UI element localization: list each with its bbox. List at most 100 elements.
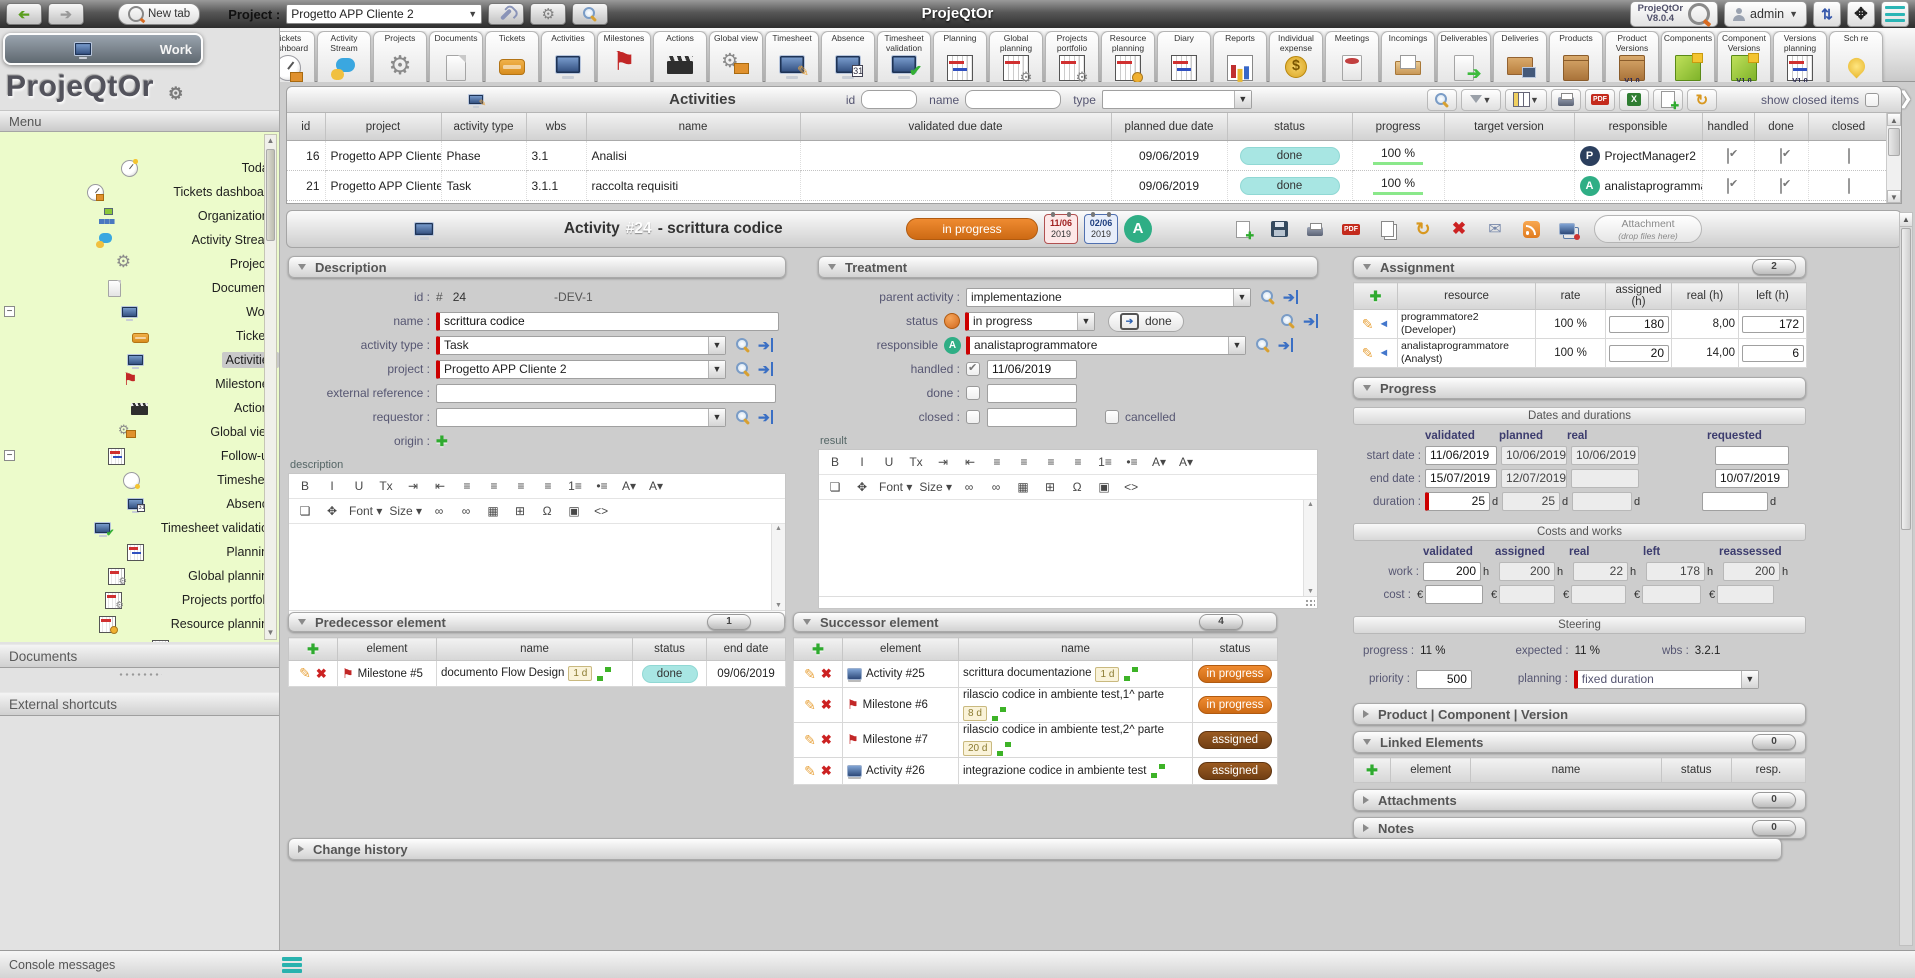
- edit-icon[interactable]: ✎: [299, 665, 311, 682]
- column-selector-button[interactable]: ▼: [1505, 89, 1547, 111]
- delete-icon[interactable]: ✖: [821, 732, 832, 748]
- sidebar-menu-item[interactable]: Work: [0, 300, 279, 324]
- toolbar-tab[interactable]: Individual expense: [1269, 31, 1323, 82]
- add-assignment-button[interactable]: ✚: [1354, 283, 1398, 310]
- indent-icon[interactable]: ⇥: [400, 476, 426, 496]
- forward-button[interactable]: ➔: [48, 3, 84, 25]
- font-icon[interactable]: Font ▾: [876, 477, 915, 497]
- pdf-export-button[interactable]: PDF: [1585, 89, 1615, 111]
- tree-scrollbar[interactable]: ▲▼: [264, 134, 277, 640]
- sidebar-section-documents[interactable]: Documents: [0, 644, 279, 668]
- tree-expander-icon[interactable]: [4, 450, 15, 461]
- table-row[interactable]: 16 Progetto APP Cliente 2 Phase 3.1 Anal…: [287, 141, 1889, 171]
- toolbar-tab[interactable]: Milestones: [597, 31, 651, 82]
- successor-row[interactable]: ✎✖ ⚑Milestone #6 rilascio codice in ambi…: [794, 688, 1278, 723]
- scroll-down-icon[interactable]: ▼: [1887, 190, 1901, 203]
- remove-format-icon[interactable]: Tx: [373, 476, 399, 496]
- toolbar-tab[interactable]: Absence: [821, 31, 875, 82]
- text-color-icon[interactable]: A▾: [1146, 452, 1172, 472]
- clone-button[interactable]: [1552, 216, 1582, 242]
- progress-panel-header[interactable]: Progress: [1353, 377, 1806, 399]
- jump-to-icon[interactable]: ➔: [1283, 290, 1298, 304]
- align-center-icon[interactable]: ≡: [481, 476, 507, 496]
- start-validated-input[interactable]: 11/06/2019: [1425, 446, 1497, 465]
- advanced-search-button[interactable]: [1427, 89, 1457, 111]
- left-input[interactable]: 172: [1742, 316, 1804, 333]
- rss-button[interactable]: [1516, 216, 1546, 242]
- underline-icon[interactable]: U: [346, 476, 372, 496]
- toolbar-tab[interactable]: Product Versions V1.0: [1605, 31, 1659, 82]
- edit-icon[interactable]: ✎: [804, 697, 816, 714]
- sidebar-menu-item[interactable]: Projects: [0, 252, 279, 276]
- left-input[interactable]: 6: [1742, 345, 1804, 362]
- jump-to-icon[interactable]: ➔: [1278, 338, 1293, 352]
- sidebar-menu-item[interactable]: Tickets: [0, 324, 279, 348]
- toolbar-tab[interactable]: Activity Stream: [317, 31, 371, 82]
- save-button[interactable]: [1264, 216, 1294, 242]
- successor-row[interactable]: ✎✖ Activity #26 integrazione codice in a…: [794, 758, 1278, 785]
- special-char-icon[interactable]: Ω: [1064, 477, 1090, 497]
- bg-color-icon[interactable]: A▾: [1173, 452, 1199, 472]
- delete-icon[interactable]: ✖: [821, 666, 832, 682]
- list-scrollbar[interactable]: ▲▼: [1886, 113, 1901, 203]
- search-icon[interactable]: [735, 409, 751, 425]
- sidebar-menu-item[interactable]: Documents: [0, 276, 279, 300]
- done-date-input[interactable]: [987, 384, 1077, 403]
- costs-works-subheader[interactable]: Costs and works: [1353, 523, 1806, 541]
- image-icon[interactable]: ▦: [1010, 477, 1036, 497]
- source-icon[interactable]: <>: [588, 501, 614, 521]
- unlink-icon[interactable]: ∞: [453, 501, 479, 521]
- scroll-down-icon[interactable]: ▼: [265, 627, 276, 639]
- sidebar-menu-item[interactable]: Planning: [0, 540, 279, 564]
- sidebar-menu-item[interactable]: Global view: [0, 420, 279, 444]
- done-checkbox[interactable]: [1780, 148, 1782, 164]
- menu-toggle-button[interactable]: [1881, 1, 1909, 27]
- size-icon[interactable]: Size ▾: [386, 501, 425, 521]
- back-button[interactable]: ➔: [6, 3, 42, 25]
- sidebar-menu-item[interactable]: Timesheet validation: [0, 516, 279, 540]
- bg-color-icon[interactable]: A▾: [643, 476, 669, 496]
- toolbar-tab[interactable]: Global view: [709, 31, 763, 82]
- new-item-button[interactable]: [1228, 216, 1258, 242]
- special-char-icon[interactable]: Ω: [534, 501, 560, 521]
- paste-icon[interactable]: ▣: [561, 501, 587, 521]
- add-successor-button[interactable]: ✚: [794, 638, 843, 661]
- toolbar-tab[interactable]: Activities: [541, 31, 595, 82]
- toolbar-tab[interactable]: Actions: [653, 31, 707, 82]
- show-closed-checkbox[interactable]: [1865, 93, 1879, 107]
- remove-format-icon[interactable]: Tx: [903, 452, 929, 472]
- closed-date-input[interactable]: [987, 408, 1077, 427]
- table-icon[interactable]: ⊞: [1037, 477, 1063, 497]
- steering-subheader[interactable]: Steering: [1353, 616, 1806, 634]
- requestor-select[interactable]: ▼: [436, 408, 726, 427]
- jump-to-icon[interactable]: ➔: [758, 410, 773, 424]
- priority-input[interactable]: 500: [1416, 670, 1472, 689]
- editor-scrollbar[interactable]: [1303, 500, 1317, 596]
- source-icon[interactable]: <>: [1118, 477, 1144, 497]
- outdent-icon[interactable]: ⇤: [427, 476, 453, 496]
- detail-scrollbar[interactable]: ▲: [1899, 212, 1913, 946]
- bullet-list-icon[interactable]: •≡: [589, 476, 615, 496]
- copy-button[interactable]: [1372, 216, 1402, 242]
- editor-resize-grip[interactable]: [819, 596, 1317, 608]
- status-transition-button[interactable]: ➔done: [1108, 311, 1184, 332]
- status-select[interactable]: in progress▼: [965, 312, 1095, 331]
- toolbar-tab[interactable]: Timesheet: [765, 31, 819, 82]
- toolbar-tab[interactable]: Sch re: [1829, 31, 1883, 82]
- handled-date-input[interactable]: 11/06/2019: [987, 360, 1077, 379]
- refresh-button[interactable]: ↻: [1408, 216, 1438, 242]
- sidebar-menu-item[interactable]: Global planning: [0, 564, 279, 588]
- search-icon[interactable]: [1260, 289, 1276, 305]
- handled-checkbox[interactable]: [966, 362, 980, 376]
- email-button[interactable]: ✉: [1480, 216, 1510, 242]
- jump-to-icon[interactable]: ➔: [758, 338, 773, 352]
- italic-icon[interactable]: I: [849, 452, 875, 472]
- sidebar-menu-item[interactable]: [0, 636, 279, 642]
- edit-icon[interactable]: ✎: [804, 763, 816, 780]
- sidebar-menu-item[interactable]: Today: [0, 156, 279, 180]
- search-icon[interactable]: [735, 361, 751, 377]
- start-requested-input[interactable]: [1715, 446, 1789, 465]
- column-header[interactable]: done: [1754, 113, 1808, 141]
- sidebar-menu-item[interactable]: Tickets dashboard: [0, 180, 279, 204]
- link-icon[interactable]: ∞: [426, 501, 452, 521]
